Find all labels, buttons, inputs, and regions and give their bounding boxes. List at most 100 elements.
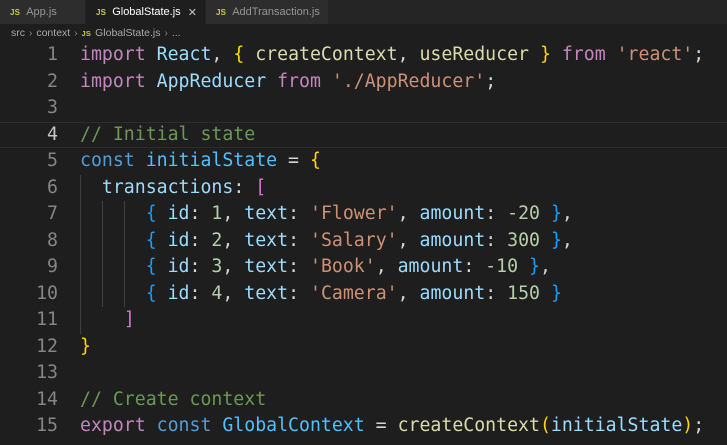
chevron-right-icon: › — [29, 27, 33, 39]
code-text: { id: 4, text: 'Camera', amount: 150 } — [80, 281, 562, 308]
code-token: } — [550, 282, 562, 304]
code-token: : — [233, 176, 256, 198]
code-token: text — [244, 203, 289, 224]
code-token: : — [189, 229, 212, 251]
code-token: = — [277, 150, 310, 171]
code-text: { id: 1, text: 'Flower', amount: -20 }, — [80, 201, 573, 228]
code-token: id — [167, 256, 190, 277]
code-token: : — [288, 203, 310, 224]
code-text: import React, { createContext, useReduce… — [80, 42, 704, 69]
code-token: 150 — [507, 282, 540, 304]
code-text: import AppReducer from './AppReducer'; — [80, 69, 496, 96]
code-token: : — [485, 282, 508, 304]
code-token: ) — [682, 415, 694, 436]
code-token: } — [80, 335, 91, 357]
code-token: : — [288, 229, 310, 251]
line-number: 13 — [36, 362, 58, 383]
code-token: } — [550, 229, 562, 251]
code-line[interactable]: 15 export const GlobalContext = createCon… — [0, 413, 727, 440]
code-token: export — [80, 415, 146, 436]
code-line[interactable]: 9 { id: 3, text: 'Book', amount: -10 }, — [0, 254, 727, 281]
line-number: 3 — [47, 97, 58, 118]
code-token: const — [80, 150, 135, 171]
code-line[interactable]: 11 ] — [0, 307, 727, 334]
code-token: } — [529, 256, 540, 277]
code-token: -10 — [485, 256, 519, 277]
code-line[interactable]: 2 import AppReducer from './AppReducer'; — [0, 69, 727, 96]
breadcrumb-item-symbols[interactable]: ... — [172, 27, 181, 39]
code-line[interactable]: 7 { id: 1, text: 'Flower', amount: -20 }… — [0, 201, 727, 228]
code-text: { id: 2, text: 'Salary', amount: 300 }, — [80, 228, 573, 255]
tab-globalstate-js[interactable]: JS GlobalState.js ✕ — [86, 0, 206, 24]
code-token: 2 — [211, 229, 223, 251]
code-token: 300 — [507, 229, 540, 251]
code-line[interactable]: 10 { id: 4, text: 'Camera', amount: 150 … — [0, 281, 727, 308]
line-number: 2 — [47, 70, 58, 92]
code-token: ; — [485, 70, 497, 92]
code-token: : — [485, 229, 508, 251]
code-token: : — [288, 256, 310, 277]
code-token: { — [145, 229, 157, 251]
code-token: import — [80, 44, 146, 65]
code-line[interactable]: 14 // Create context — [0, 387, 727, 414]
code-token: // Initial state — [80, 123, 256, 145]
code-line[interactable]: 6 transactions: [ — [0, 175, 727, 202]
code-token: { — [145, 282, 157, 304]
code-token: { — [145, 256, 157, 277]
breadcrumb-item-src[interactable]: src — [11, 27, 25, 39]
code-token: initialState — [550, 415, 683, 436]
code-editor[interactable]: 1 import React, { createContext, useReduc… — [0, 42, 727, 445]
code-line[interactable]: 13 — [0, 360, 727, 387]
code-text: const initialState = { — [80, 148, 321, 175]
tab-addtransaction-js[interactable]: JS AddTransaction.js — [206, 0, 329, 24]
code-token: React — [156, 44, 212, 65]
close-icon[interactable]: ✕ — [188, 6, 197, 19]
code-token: : — [189, 203, 212, 224]
tab-label: GlobalState.js — [112, 6, 181, 18]
code-token: // Create context — [80, 388, 267, 410]
line-number: 12 — [36, 335, 58, 357]
code-token: text — [244, 229, 289, 251]
code-token: = — [364, 415, 398, 436]
code-token: ; — [693, 415, 705, 436]
code-text: ] — [80, 307, 135, 334]
code-text: { id: 3, text: 'Book', amount: -10 }, — [80, 254, 551, 281]
line-number: 1 — [47, 44, 58, 65]
code-token: , — [397, 203, 420, 224]
breadcrumb-item-context[interactable]: context — [36, 27, 70, 39]
code-token: text — [244, 256, 289, 277]
tab-label: AddTransaction.js — [232, 6, 320, 18]
code-line[interactable]: 1 import React, { createContext, useReduc… — [0, 42, 727, 69]
code-line[interactable]: 3 — [0, 95, 727, 122]
code-token: : — [288, 282, 310, 304]
code-line[interactable]: 4 // Initial state — [0, 122, 727, 149]
code-token: } — [539, 44, 551, 65]
tab-app-js[interactable]: JS App.js — [0, 0, 86, 24]
code-line[interactable]: 8 { id: 2, text: 'Salary', amount: 300 }… — [0, 228, 727, 255]
code-line[interactable]: 5 const initialState = { — [0, 148, 727, 175]
code-token: , — [222, 256, 245, 277]
code-token: ( — [539, 415, 551, 436]
code-token: -20 — [507, 203, 540, 224]
code-line[interactable]: 12} — [0, 334, 727, 361]
code-token: , — [397, 282, 420, 304]
breadcrumb-item-file[interactable]: GlobalState.js — [95, 27, 160, 39]
code-token: id — [167, 229, 190, 251]
code-token: , — [539, 256, 551, 277]
code-token: createContext — [397, 415, 540, 436]
code-token: 1 — [211, 203, 223, 224]
